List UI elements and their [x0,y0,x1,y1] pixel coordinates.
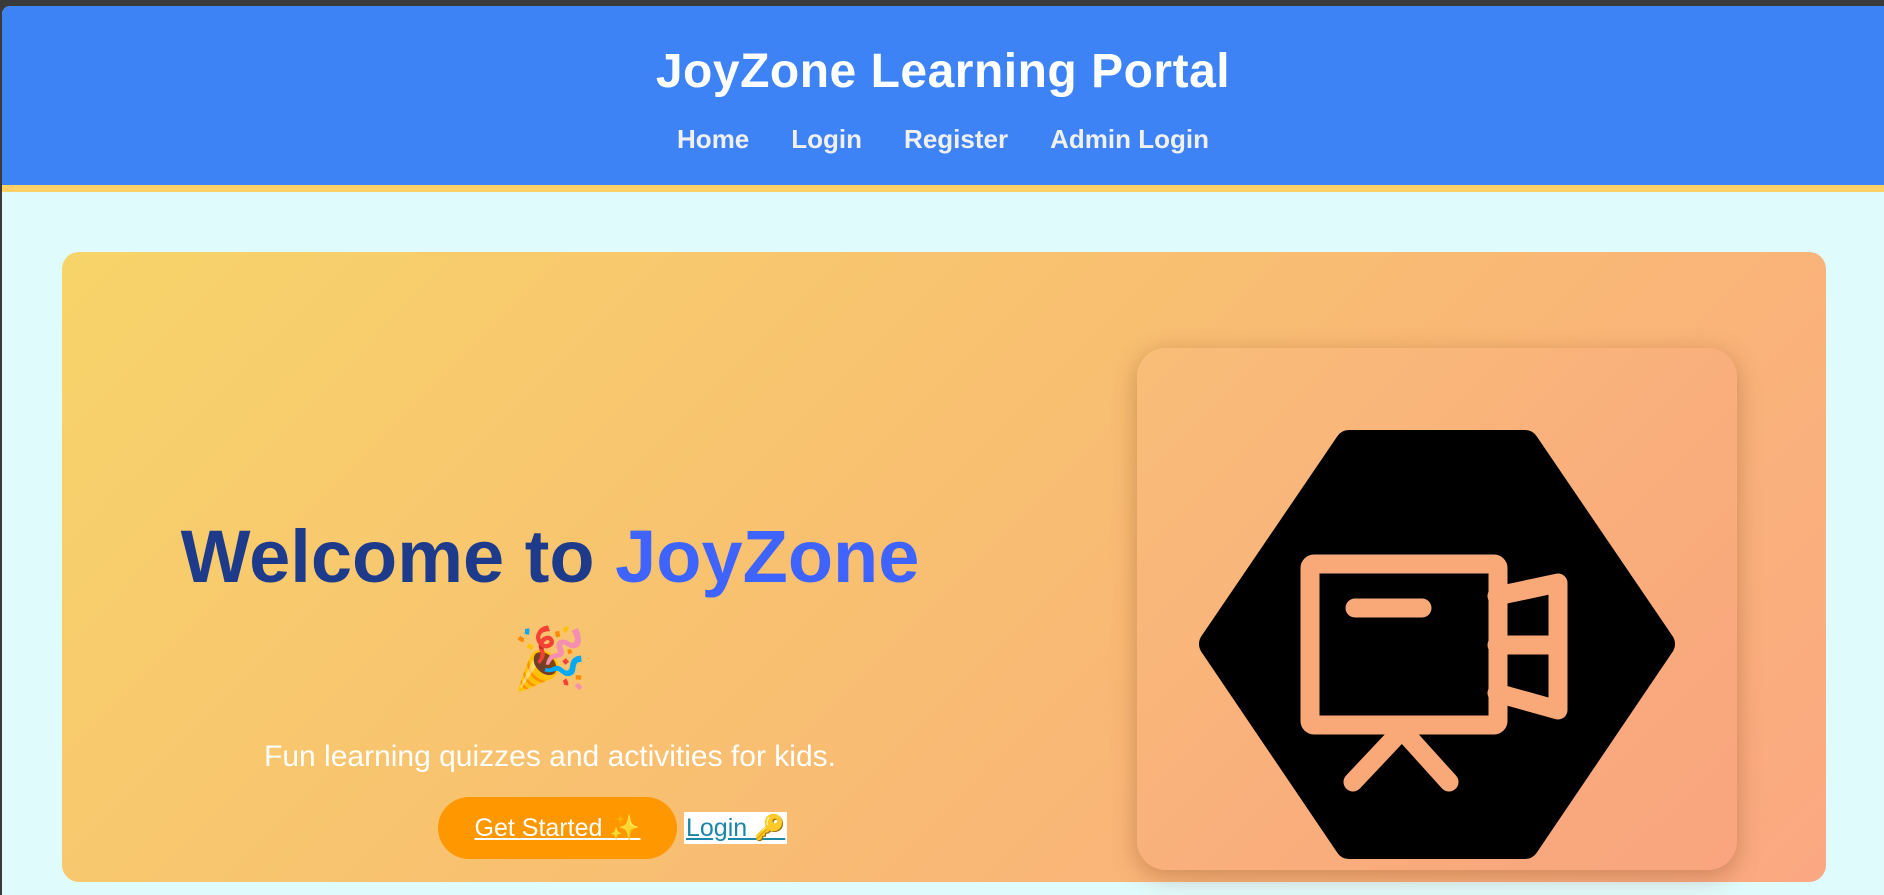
nav-register[interactable]: Register [904,124,1008,155]
get-started-button[interactable]: Get Started ✨ [438,797,677,859]
hero-illustration-card [1137,348,1737,870]
party-popper-icon: 🎉 [512,625,588,692]
nav-home[interactable]: Home [677,124,749,155]
heading-prefix: Welcome to [180,515,616,598]
hero-heading: Welcome to JoyZone [122,514,978,599]
main-nav: Home Login Register Admin Login [2,124,1884,155]
login-link[interactable]: Login 🔑 [684,812,788,844]
heading-brand: JoyZone [615,515,920,598]
hero-subtitle: Fun learning quizzes and activities for … [264,740,836,773]
hero-text: Welcome to JoyZone 🎉 Fun learning quizze… [122,252,978,872]
hexagon-shape [1199,430,1675,859]
site-title: JoyZone Learning Portal [655,45,1231,98]
video-projector-hexagon-icon [1199,430,1675,859]
site-header: JoyZone Learning Portal Home Login Regis… [2,6,1884,192]
hero-section: Welcome to JoyZone 🎉 Fun learning quizze… [62,252,1826,882]
nav-admin-login[interactable]: Admin Login [1050,124,1209,155]
nav-login[interactable]: Login [791,124,862,155]
browser-window: JoyZone Learning Portal Home Login Regis… [2,6,1884,895]
